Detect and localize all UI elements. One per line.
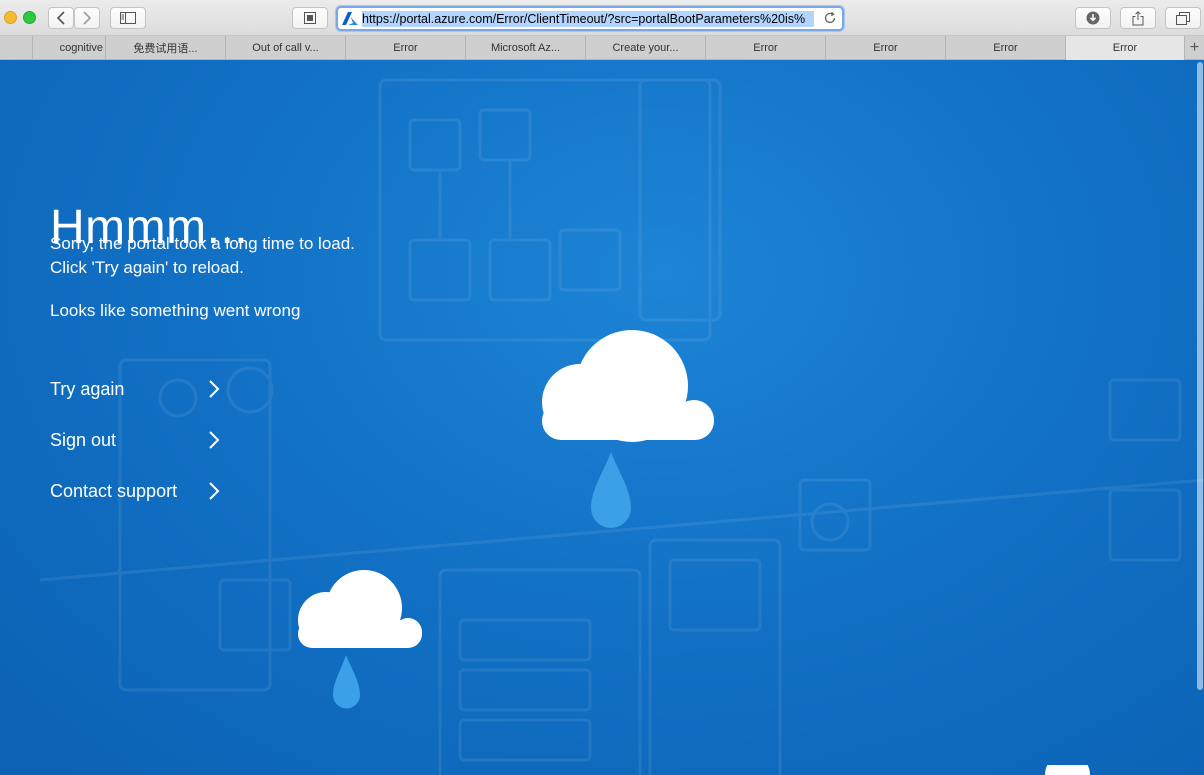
tab[interactable]: Error bbox=[946, 36, 1066, 60]
minimize-window-button[interactable] bbox=[4, 11, 17, 24]
tab[interactable]: 免费试用语... bbox=[106, 36, 226, 60]
tabs-icon bbox=[1176, 11, 1190, 25]
error-detail: Looks like something went wrong bbox=[50, 301, 301, 320]
tab[interactable]: Error bbox=[706, 36, 826, 60]
forward-button[interactable] bbox=[74, 7, 100, 29]
downloads-button[interactable] bbox=[1075, 7, 1111, 29]
cloud-icon bbox=[542, 330, 714, 442]
chevron-right-icon bbox=[209, 431, 220, 449]
sidebar-toggle-button[interactable] bbox=[110, 7, 146, 29]
tab-bar: cognitive 免费试用语... Out of call v... Erro… bbox=[0, 36, 1204, 60]
chevron-right-icon bbox=[83, 11, 92, 25]
azure-logo-icon bbox=[342, 12, 358, 25]
tab[interactable]: Error bbox=[826, 36, 946, 60]
raindrop-icon bbox=[591, 452, 631, 528]
tab-overflow[interactable] bbox=[0, 36, 33, 60]
chevron-right-icon bbox=[209, 380, 220, 398]
browser-toolbar: https://portal.azure.com/Error/ClientTim… bbox=[0, 0, 1204, 36]
reader-mode-button[interactable] bbox=[292, 7, 328, 29]
error-message: Sorry, the portal took a long time to lo… bbox=[50, 234, 355, 277]
download-icon bbox=[1086, 11, 1100, 25]
error-page: Hmmm... Sorry, the portal took a long ti… bbox=[0, 60, 1204, 775]
tab-active[interactable]: Error bbox=[1066, 36, 1185, 60]
address-bar[interactable]: https://portal.azure.com/Error/ClientTim… bbox=[336, 6, 844, 31]
url-text[interactable]: https://portal.azure.com/Error/ClientTim… bbox=[362, 10, 814, 27]
cloud-illustration-small bbox=[298, 570, 422, 709]
tab[interactable]: Create your... bbox=[586, 36, 706, 60]
share-button[interactable] bbox=[1120, 7, 1156, 29]
reload-icon[interactable] bbox=[823, 11, 837, 25]
vertical-scrollbar[interactable] bbox=[1197, 62, 1203, 690]
raindrop-icon bbox=[333, 655, 360, 709]
contact-support-label: Contact support bbox=[50, 480, 178, 501]
maximize-window-button[interactable] bbox=[23, 11, 36, 24]
sign-out-link[interactable]: Sign out bbox=[50, 425, 230, 455]
sidebar-icon bbox=[120, 12, 136, 24]
cloud-illustration-partial bbox=[1045, 765, 1090, 775]
tab[interactable]: Out of call v... bbox=[226, 36, 346, 60]
try-again-link[interactable]: Try again bbox=[50, 374, 230, 404]
cloud-illustration-large bbox=[542, 330, 714, 528]
try-again-label: Try again bbox=[50, 378, 125, 399]
tab[interactable]: Error bbox=[346, 36, 466, 60]
cloud-icon bbox=[1045, 765, 1090, 775]
sign-out-label: Sign out bbox=[50, 429, 117, 450]
chevron-left-icon bbox=[56, 11, 65, 25]
contact-support-link[interactable]: Contact support bbox=[50, 476, 230, 506]
chevron-right-icon bbox=[209, 482, 220, 500]
show-tabs-button[interactable] bbox=[1165, 7, 1201, 29]
new-tab-button[interactable]: + bbox=[1184, 36, 1204, 60]
tab[interactable]: Microsoft Az... bbox=[466, 36, 586, 60]
cloud-icon bbox=[298, 570, 422, 648]
back-button[interactable] bbox=[48, 7, 74, 29]
tab[interactable]: cognitive bbox=[33, 36, 106, 60]
reader-icon bbox=[304, 12, 316, 24]
share-icon bbox=[1132, 10, 1144, 25]
